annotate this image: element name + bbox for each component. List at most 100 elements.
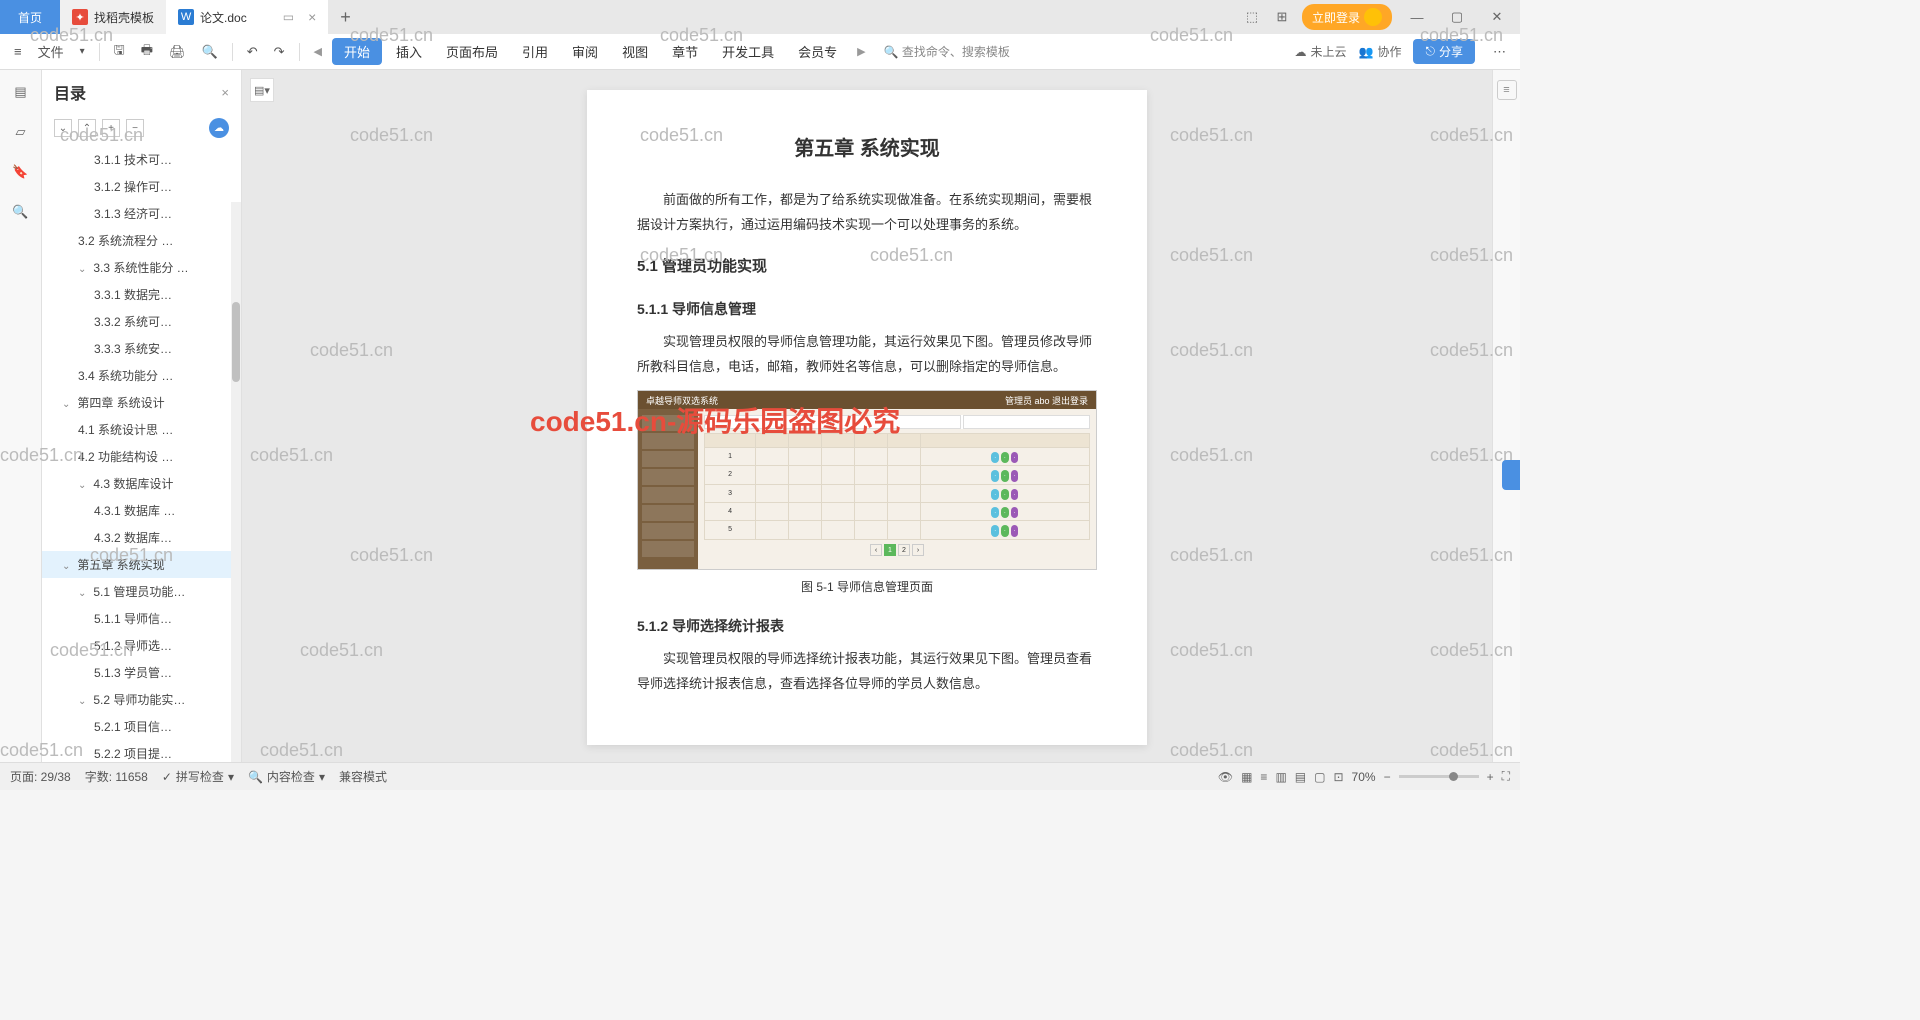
web-mode-icon[interactable]: ▥ (1275, 770, 1286, 784)
file-menu[interactable]: 文件 (32, 38, 70, 65)
print-icon[interactable]: 🖶 (135, 37, 159, 67)
outline-item[interactable]: ⌄ 4.3 数据库设计 (42, 470, 241, 497)
outline-item[interactable]: ⌄ 5.1 管理员功能… (42, 578, 241, 605)
find-icon[interactable]: 🔍 (196, 40, 224, 64)
apps-icon[interactable]: ⊞ (1272, 7, 1292, 27)
outline-item[interactable]: 4.3.2 数据库… (42, 524, 241, 551)
eye-icon[interactable]: 👁 (1218, 770, 1233, 784)
close-button[interactable]: ✕ (1482, 2, 1512, 32)
outline-item[interactable]: 5.1.2 导师选… (42, 632, 241, 659)
outline-item[interactable]: 4.1 系统设计思 … (42, 416, 241, 443)
ribbon: ≡ 文件 ▾ 🖫 🖶 🖨 🔍 ↶ ↷ ◀ 开始 插入 页面布局 引用 审阅 视图… (0, 34, 1520, 70)
outline-item[interactable]: 3.4 系统功能分 … (42, 362, 241, 389)
ribbon-tab-view[interactable]: 视图 (612, 36, 658, 67)
outline-item[interactable]: 5.2.2 项目提… (42, 740, 241, 762)
minimize-button[interactable]: — (1402, 2, 1432, 32)
doc-icon: W (178, 9, 194, 25)
nav-right-icon[interactable]: ▶ (851, 41, 871, 62)
draft-mode-icon[interactable]: ▢ (1314, 770, 1325, 784)
add-icon[interactable]: + (102, 119, 120, 137)
zoom-in-icon[interactable]: + (1487, 770, 1494, 784)
outline-item[interactable]: 3.1.3 经济可… (42, 200, 241, 227)
side-tab[interactable] (1502, 460, 1520, 490)
search-hint[interactable]: 🔍 查找命令、搜索模板 (884, 43, 1010, 60)
ribbon-tab-insert[interactable]: 插入 (386, 36, 432, 67)
more-icon[interactable]: ⋯ (1487, 40, 1512, 64)
read-mode-icon[interactable]: ▦ (1241, 770, 1252, 784)
expand-all-icon[interactable]: ⌃ (78, 119, 96, 137)
preview-icon[interactable]: 🖨 (163, 40, 192, 64)
outline-item[interactable]: 3.1.1 技术可… (42, 146, 241, 173)
zoom-slider[interactable] (1399, 775, 1479, 778)
sync-icon[interactable]: ☁ (209, 118, 229, 138)
ribbon-tab-references[interactable]: 引用 (512, 36, 558, 67)
page-nav-icon[interactable]: ▤▾ (250, 78, 274, 102)
outline-item[interactable]: 3.3.2 系统可… (42, 308, 241, 335)
login-button[interactable]: 立即登录 (1302, 4, 1392, 30)
page-indicator[interactable]: 页面: 29/38 (10, 768, 71, 785)
outline-item[interactable]: ⌄ 第四章 系统设计 (42, 389, 241, 416)
spellcheck-button[interactable]: ✓ 拼写检查 ▾ (162, 768, 234, 785)
undo-icon[interactable]: ↶ (241, 40, 264, 64)
layout-icon[interactable]: ⬚ (1242, 7, 1262, 27)
collapse-all-icon[interactable]: ⌄ (54, 119, 72, 137)
settings-icon[interactable]: ⊡ (1333, 770, 1343, 784)
fig-sys-user: 管理员 abo 退出登录 (1005, 393, 1088, 407)
outline-item[interactable]: 4.2 功能结构设 … (42, 443, 241, 470)
tab-home[interactable]: 首页 (0, 0, 60, 34)
paragraph: 实现管理员权限的导师选择统计报表功能，其运行效果见下图。管理员查看导师选择统计报… (637, 647, 1097, 696)
ribbon-tab-chapter[interactable]: 章节 (662, 36, 708, 67)
content-check-button[interactable]: 🔍 内容检查 ▾ (248, 768, 325, 785)
ribbon-tab-devtools[interactable]: 开发工具 (712, 36, 784, 67)
tab-document[interactable]: W 论文.doc ▭ × (166, 0, 328, 34)
left-rail: ▤ ▱ 🔖 🔍 (0, 70, 42, 762)
print-mode-icon[interactable]: ▤ (1295, 770, 1306, 784)
avatar-icon (1364, 8, 1382, 26)
outline-icon[interactable]: ▤ (9, 80, 33, 104)
zoom-label[interactable]: 70% (1352, 770, 1376, 784)
outline-item[interactable]: 3.3.3 系统安… (42, 335, 241, 362)
nav-left-icon[interactable]: ◀ (308, 41, 328, 62)
ribbon-tab-layout[interactable]: 页面布局 (436, 36, 508, 67)
bookmark-icon[interactable]: 🔖 (9, 160, 33, 184)
search-icon[interactable]: 🔍 (9, 200, 33, 224)
ribbon-tab-review[interactable]: 审阅 (562, 36, 608, 67)
expand-panel-icon[interactable]: ≡ (1497, 80, 1517, 100)
zoom-out-icon[interactable]: − (1384, 770, 1391, 784)
dropdown-icon[interactable]: ▾ (74, 42, 91, 61)
outline-item[interactable]: 5.1.3 学员管… (42, 659, 241, 686)
outline-item[interactable]: 5.2.1 项目信… (42, 713, 241, 740)
outline-mode-icon[interactable]: ≡ (1260, 770, 1267, 784)
cloud-status[interactable]: ☁ 未上云 (1295, 43, 1347, 60)
outline-item[interactable]: 4.3.1 数据库 … (42, 497, 241, 524)
add-tab-button[interactable]: + (328, 7, 363, 28)
tab-template[interactable]: ✦ 找稻壳模板 (60, 0, 166, 34)
word-count[interactable]: 字数: 11658 (85, 768, 148, 785)
outline-item[interactable]: 5.1.1 导师信… (42, 605, 241, 632)
page-icon[interactable]: ▱ (9, 120, 33, 144)
outline-item[interactable]: ⌄ 第五章 系统实现 (42, 551, 241, 578)
ribbon-tab-start[interactable]: 开始 (332, 38, 382, 65)
scrollbar-thumb[interactable] (232, 302, 240, 382)
ribbon-tab-member[interactable]: 会员专 (788, 36, 847, 67)
close-icon[interactable]: × (221, 85, 229, 100)
subsection-heading: 5.1.1 导师信息管理 (637, 296, 1097, 323)
figure: 卓越导师双选系统 管理员 abo 退出登录 (637, 390, 1097, 599)
outline-item[interactable]: ⌄ 3.3 系统性能分 … (42, 254, 241, 281)
share-button[interactable]: ⎋ 分享 (1413, 39, 1475, 64)
redo-icon[interactable]: ↷ (268, 40, 291, 64)
save-icon[interactable]: 🖫 (108, 37, 131, 67)
outline-item[interactable]: 3.2 系统流程分 … (42, 227, 241, 254)
outline-item[interactable]: 3.3.1 数据完… (42, 281, 241, 308)
outline-item[interactable]: ⌄ 5.2 导师功能实… (42, 686, 241, 713)
outline-item[interactable]: 3.1.2 操作可… (42, 173, 241, 200)
fit-icon[interactable]: ⛶ (1502, 769, 1510, 784)
close-icon[interactable]: × (308, 9, 316, 25)
menu-icon[interactable]: ≡ (8, 40, 28, 63)
maximize-button[interactable]: ▢ (1442, 2, 1472, 32)
collab-button[interactable]: 👥 协作 (1359, 43, 1402, 60)
window-mode-icon[interactable]: ▭ (283, 10, 294, 24)
compat-mode[interactable]: 兼容模式 (339, 768, 387, 785)
remove-icon[interactable]: − (126, 119, 144, 137)
document-page: 第五章 系统实现 前面做的所有工作，都是为了给系统实现做准备。在系统实现期间，需… (587, 90, 1147, 745)
